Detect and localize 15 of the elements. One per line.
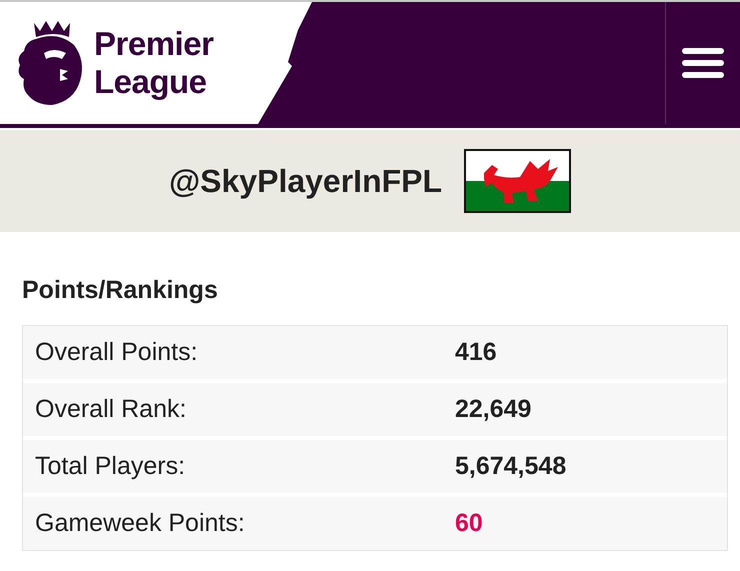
stat-label: Overall Points:	[34, 338, 199, 367]
stat-value: 5,674,548	[455, 452, 566, 481]
section-title: Points/Rankings	[22, 276, 219, 305]
username: @SkyPlayerInFPL	[168, 162, 442, 200]
stat-value: 416	[455, 338, 497, 367]
brand-name: League	[94, 63, 208, 101]
menu-icon	[682, 48, 724, 78]
stat-label: Overall Rank:	[34, 395, 188, 424]
menu-button[interactable]	[682, 48, 724, 78]
stat-label: Total Players:	[34, 452, 186, 481]
stat-value: 60	[455, 509, 483, 538]
flag-icon	[464, 149, 572, 213]
stat-label: Gameweek Points:	[34, 509, 246, 538]
stat-value: 22,649	[455, 395, 532, 424]
brand-name: Premier	[94, 25, 214, 63]
